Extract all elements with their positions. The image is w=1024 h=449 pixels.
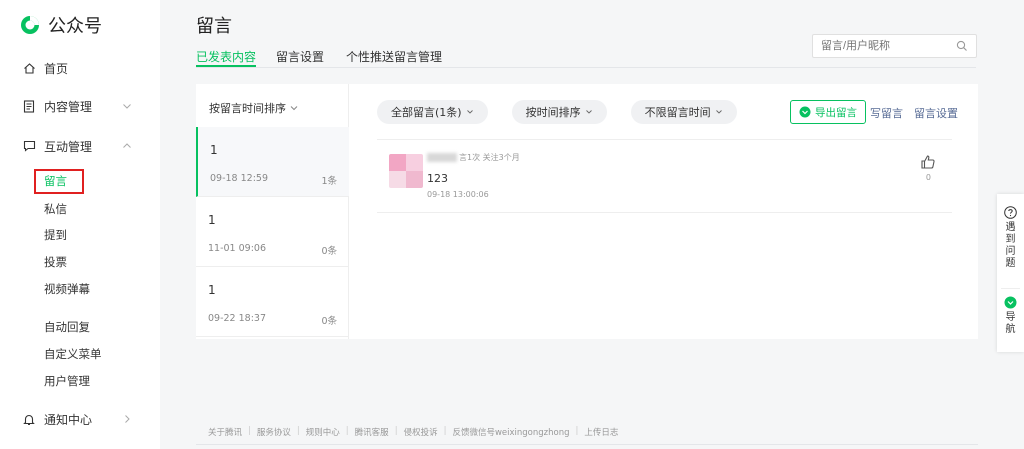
article-comment-count: 0条 — [321, 246, 337, 257]
floating-help-panel: 遇到问题 导航 — [997, 194, 1024, 352]
comment-settings-link[interactable]: 留言设置 — [914, 105, 958, 121]
filter-label: 全部留言(1条) — [391, 106, 462, 119]
article-item[interactable]: 1 11-01 09:06 0条 — [196, 197, 349, 267]
export-icon — [799, 106, 811, 118]
search-box — [812, 34, 977, 58]
sort-dropdown[interactable]: 按留言时间排序 — [209, 100, 299, 116]
article-comment-count: 0条 — [321, 316, 337, 327]
footer-link-rules[interactable]: 规则中心 — [306, 426, 340, 438]
comment-text: 123 — [427, 172, 448, 185]
logo[interactable]: 公众号 — [20, 12, 102, 38]
sidebar-item-label: 互动管理 — [44, 139, 93, 154]
navigation-button[interactable]: 导航 — [997, 296, 1024, 336]
sidebar-item-home[interactable]: 首页 — [22, 58, 140, 78]
document-icon — [22, 99, 36, 113]
chevron-down-icon — [585, 110, 592, 114]
divider — [1001, 288, 1020, 289]
filter-time-range[interactable]: 不限留言时间 — [630, 100, 737, 124]
tab-published[interactable]: 已发表内容 — [196, 48, 257, 67]
commenter-meta: 言1次 关注3个月 — [459, 153, 520, 162]
write-comment-link[interactable]: 写留言 — [870, 105, 903, 121]
article-date: 09-22 18:37 — [208, 313, 267, 324]
help-label: 遇到问题 — [1005, 222, 1016, 269]
article-title: 1 — [210, 143, 218, 157]
export-label: 导出留言 — [815, 106, 857, 119]
footer-link-infringement[interactable]: 侵权投诉 — [404, 426, 438, 438]
logo-text: 公众号 — [48, 16, 102, 37]
comment-item: 言1次 关注3个月 123 09-18 13:00:06 0 — [377, 140, 952, 213]
search-input[interactable] — [821, 35, 951, 57]
sidebar-item-notifications[interactable]: 通知中心 — [22, 409, 140, 429]
chevron-down-icon — [466, 110, 473, 114]
like-count: 0 — [925, 173, 931, 182]
question-icon — [1004, 206, 1017, 219]
comments-panel: 按留言时间排序 1 09-18 12:59 1条 1 11-01 09:06 0… — [196, 84, 978, 339]
sidebar-item-label: 首页 — [44, 61, 69, 76]
chevron-down-icon — [123, 104, 131, 109]
divider — [196, 444, 978, 445]
article-title: 1 — [208, 213, 216, 227]
article-title: 1 — [208, 283, 216, 297]
article-date: 09-18 12:59 — [210, 173, 269, 184]
export-comments-button[interactable]: 导出留言 — [790, 100, 866, 124]
chat-bubble-icon — [22, 139, 36, 153]
page-title: 留言 — [196, 16, 232, 37]
navigation-icon — [1004, 296, 1017, 309]
footer-link-feedback[interactable]: 反馈微信号weixingongzhong — [452, 426, 569, 438]
bell-icon — [22, 412, 36, 426]
chevron-right-icon — [125, 415, 130, 423]
chevron-up-icon — [123, 143, 131, 148]
sidebar-subitem-votes[interactable]: 投票 — [44, 253, 67, 271]
filter-all-comments[interactable]: 全部留言(1条) — [377, 100, 488, 124]
sort-label: 按留言时间排序 — [209, 102, 286, 115]
filter-label: 不限留言时间 — [644, 106, 711, 119]
sidebar-subitem-mentions[interactable]: 提到 — [44, 226, 67, 244]
comment-time: 09-18 13:00:06 — [427, 190, 489, 199]
footer-link-terms[interactable]: 服务协议 — [257, 426, 291, 438]
tab-comment-settings[interactable]: 留言设置 — [276, 48, 324, 67]
search-icon[interactable] — [956, 40, 968, 52]
sidebar-subitem-comments[interactable]: 留言 — [44, 172, 67, 190]
sidebar-item-content[interactable]: 内容管理 — [22, 96, 140, 116]
sidebar-item-label: 内容管理 — [44, 99, 93, 114]
help-button[interactable]: 遇到问题 — [997, 206, 1024, 270]
thumbs-up-icon[interactable] — [920, 154, 936, 170]
avatar[interactable] — [389, 154, 423, 188]
article-item[interactable]: 1 09-22 18:37 0条 — [196, 267, 349, 337]
sidebar-item-label: 通知中心 — [44, 412, 93, 427]
sidebar-subitem-messages[interactable]: 私信 — [44, 200, 67, 218]
home-icon — [22, 61, 36, 75]
article-list: 按留言时间排序 1 09-18 12:59 1条 1 11-01 09:06 0… — [196, 84, 349, 339]
article-date: 11-01 09:06 — [208, 243, 267, 254]
footer-link-upload-log[interactable]: 上传日志 — [584, 426, 618, 438]
wechat-official-logo-icon — [21, 16, 39, 34]
footer-link-about[interactable]: 关于腾讯 — [208, 426, 242, 438]
article-item[interactable]: 1 09-18 12:59 1条 — [196, 127, 349, 197]
footer-link-support[interactable]: 腾讯客服 — [355, 426, 389, 438]
footer-links: 关于腾讯 | 服务协议 | 规则中心 | 腾讯客服 | 侵权投诉 | 反馈微信号weixi… — [208, 426, 619, 438]
sidebar-subitem-auto-reply[interactable]: 自动回复 — [44, 318, 90, 336]
filter-bar: 全部留言(1条) 按时间排序 不限留言时间 — [377, 100, 761, 124]
sidebar-item-interaction[interactable]: 互动管理 — [22, 136, 140, 156]
filter-sort-by-time[interactable]: 按时间排序 — [511, 100, 607, 124]
sidebar: 公众号 首页 内容管理 互动管理 留言 私信 提到 投票 视频弹幕 自动回复 自… — [0, 0, 160, 449]
article-comment-count: 1条 — [321, 176, 337, 187]
tab-personalized-push-comments[interactable]: 个性推送留言管理 — [346, 48, 442, 67]
filter-label: 按时间排序 — [525, 106, 581, 119]
sidebar-subitem-video-danmaku[interactable]: 视频弹幕 — [44, 280, 90, 298]
blurred-nickname — [427, 153, 457, 162]
chevron-down-icon — [290, 106, 298, 111]
navigation-label: 导航 — [1005, 312, 1016, 335]
sidebar-subitem-custom-menu[interactable]: 自定义菜单 — [44, 345, 102, 363]
sidebar-subitem-user-management[interactable]: 用户管理 — [44, 372, 90, 390]
chevron-down-icon — [715, 110, 722, 114]
